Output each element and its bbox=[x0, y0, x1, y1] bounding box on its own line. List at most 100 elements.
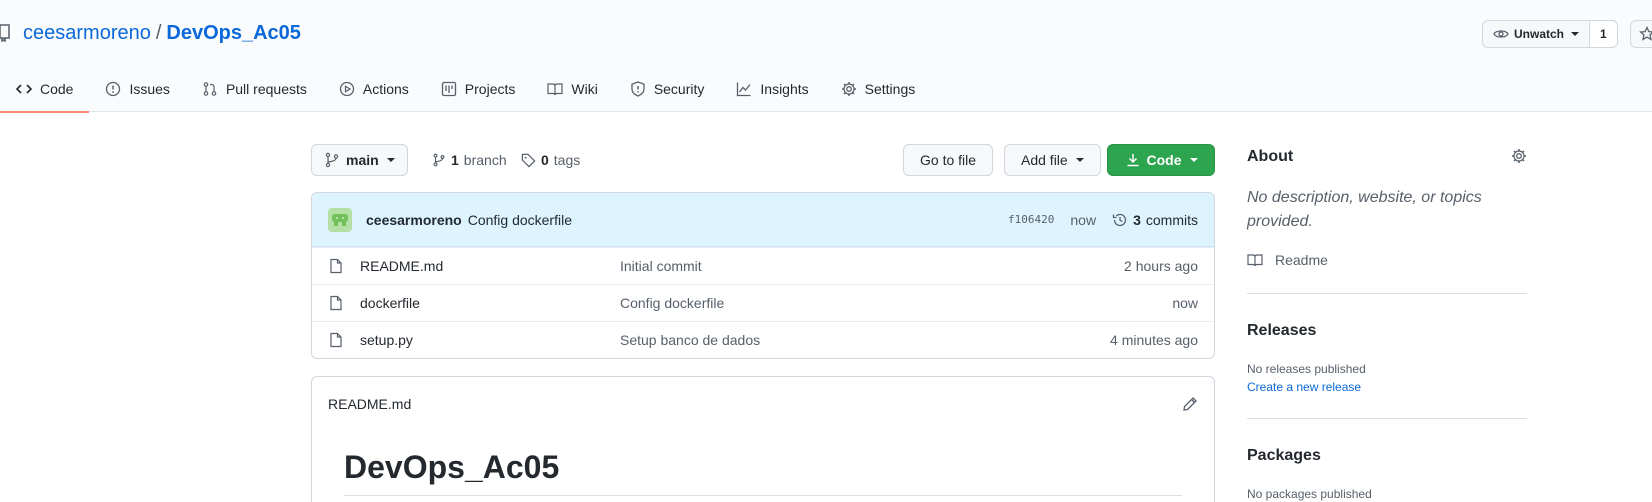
go-to-file-button[interactable]: Go to file bbox=[903, 144, 994, 176]
file-age: 4 minutes ago bbox=[1110, 332, 1198, 348]
tag-count-label: tags bbox=[553, 152, 581, 168]
file-row[interactable]: setup.py Setup banco de dados 4 minutes … bbox=[312, 321, 1214, 358]
repo-header: ceesarmoreno / DevOps_Ac05 Unwatch 1 Code … bbox=[0, 0, 1652, 113]
code-download-button[interactable]: Code bbox=[1107, 144, 1215, 176]
star-button[interactable] bbox=[1630, 20, 1652, 48]
commit-count-label: commits bbox=[1145, 211, 1198, 228]
branch-select-button[interactable]: main bbox=[311, 144, 408, 176]
latest-commit-bar: ceesarmoreno Config dockerfile f106420 n… bbox=[312, 193, 1214, 247]
shield-icon bbox=[631, 81, 645, 97]
download-icon bbox=[1127, 154, 1138, 167]
tab-issues[interactable]: Issues bbox=[89, 66, 185, 112]
tab-code[interactable]: Code bbox=[0, 66, 90, 113]
about-title: About bbox=[1247, 148, 1294, 165]
readme-link[interactable]: Readme bbox=[1247, 252, 1328, 268]
tab-pull-requests[interactable]: Pull requests bbox=[186, 66, 323, 112]
readme-header: README.md bbox=[312, 377, 1214, 431]
tab-wiki[interactable]: Wiki bbox=[531, 66, 613, 112]
file-commit-message-link[interactable]: Setup banco de dados bbox=[620, 332, 760, 348]
commit-sha-link[interactable]: f106420 bbox=[1008, 213, 1054, 226]
file-row[interactable]: README.md Initial commit 2 hours ago bbox=[312, 247, 1214, 284]
readme-heading-rule bbox=[344, 495, 1182, 496]
file-row[interactable]: dockerfile Config dockerfile now bbox=[312, 284, 1214, 321]
issue-icon bbox=[106, 81, 121, 97]
tab-insights-label: Insights bbox=[760, 81, 809, 97]
add-file-button[interactable]: Add file bbox=[1004, 144, 1101, 176]
tab-wiki-label: Wiki bbox=[571, 81, 598, 97]
create-release-link[interactable]: Create a new release bbox=[1247, 380, 1361, 394]
book-icon bbox=[1247, 254, 1263, 267]
packages-empty-text: No packages published bbox=[1247, 487, 1372, 501]
file-icon bbox=[330, 332, 342, 348]
pull-request-icon bbox=[203, 82, 217, 96]
file-list: ceesarmoreno Config dockerfile f106420 n… bbox=[311, 192, 1215, 359]
play-icon bbox=[339, 81, 355, 97]
pencil-icon[interactable] bbox=[1182, 396, 1198, 412]
project-icon bbox=[441, 81, 456, 97]
file-icon bbox=[330, 258, 342, 274]
branch-icon bbox=[325, 152, 339, 168]
repo-name-link[interactable]: DevOps_Ac05 bbox=[166, 22, 301, 44]
history-icon bbox=[1112, 213, 1127, 226]
commit-author-link[interactable]: ceesarmoreno bbox=[366, 212, 462, 228]
commit-message-link[interactable]: Config dockerfile bbox=[468, 212, 572, 228]
tag-count: 0 bbox=[541, 152, 549, 168]
repo-title: ceesarmoreno / DevOps_Ac05 bbox=[23, 20, 301, 46]
releases-title[interactable]: Releases bbox=[1247, 322, 1316, 340]
gear-icon[interactable] bbox=[1511, 148, 1527, 164]
file-name-link[interactable]: README.md bbox=[360, 258, 620, 274]
readme-link-label: Readme bbox=[1275, 252, 1328, 268]
branches-link[interactable]: 1 branch bbox=[432, 152, 507, 168]
watch-count[interactable]: 1 bbox=[1590, 20, 1618, 48]
tab-projects-label: Projects bbox=[464, 81, 516, 97]
tab-actions-label: Actions bbox=[362, 81, 409, 97]
file-commit-message-link[interactable]: Initial commit bbox=[620, 258, 702, 274]
commits-history-link[interactable]: 3 commits bbox=[1112, 212, 1198, 228]
readme-filename-link[interactable]: README.md bbox=[328, 396, 411, 412]
readme-heading: DevOps_Ac05 bbox=[344, 449, 560, 485]
star-icon bbox=[1639, 26, 1652, 41]
tab-actions[interactable]: Actions bbox=[323, 66, 425, 112]
repo-icon bbox=[0, 24, 10, 42]
graph-icon bbox=[737, 82, 751, 97]
add-file-label: Add file bbox=[1021, 152, 1068, 168]
unwatch-label: Unwatch bbox=[1514, 27, 1565, 41]
chevron-down-icon bbox=[1075, 158, 1084, 162]
unwatch-button[interactable]: Unwatch bbox=[1482, 20, 1591, 48]
repo-owner-link[interactable]: ceesarmoreno bbox=[23, 22, 151, 44]
file-name-link[interactable]: setup.py bbox=[360, 332, 620, 348]
tag-icon bbox=[521, 153, 536, 167]
avatar[interactable] bbox=[328, 207, 352, 232]
chevron-down-icon bbox=[1189, 158, 1198, 162]
releases-empty-text: No releases published bbox=[1247, 362, 1366, 376]
commit-count: 3 bbox=[1133, 211, 1141, 228]
tab-issues-label: Issues bbox=[129, 81, 170, 97]
watch-group: Unwatch 1 bbox=[1482, 20, 1618, 48]
tab-security[interactable]: Security bbox=[614, 66, 721, 112]
commit-meta: f106420 now 3 commits bbox=[1008, 212, 1198, 228]
code-icon bbox=[16, 84, 32, 94]
commit-time: now bbox=[1070, 211, 1097, 228]
sidebar-divider bbox=[1247, 418, 1527, 419]
code-button-label: Code bbox=[1146, 152, 1182, 168]
tab-projects[interactable]: Projects bbox=[425, 66, 532, 112]
eye-icon bbox=[1493, 30, 1509, 38]
sidebar-divider bbox=[1247, 293, 1527, 294]
tab-settings-label: Settings bbox=[864, 81, 916, 97]
chevron-down-icon bbox=[386, 158, 395, 162]
file-name-link[interactable]: dockerfile bbox=[360, 295, 620, 311]
tab-insights[interactable]: Insights bbox=[720, 66, 824, 112]
book-icon bbox=[547, 83, 563, 96]
file-commit-message-link[interactable]: Config dockerfile bbox=[620, 295, 724, 311]
branch-count-label: branch bbox=[463, 152, 507, 168]
tab-security-label: Security bbox=[653, 81, 705, 97]
tab-code-label: Code bbox=[40, 81, 74, 97]
packages-title[interactable]: Packages bbox=[1247, 447, 1321, 465]
chevron-down-icon bbox=[1571, 32, 1580, 36]
repo-separator: / bbox=[155, 22, 162, 44]
tab-pull-requests-label: Pull requests bbox=[225, 81, 307, 97]
tags-link[interactable]: 0 tags bbox=[521, 152, 580, 168]
tab-settings[interactable]: Settings bbox=[825, 66, 932, 112]
branch-count: 1 bbox=[451, 152, 459, 168]
readme-panel: README.md DevOps_Ac05 bbox=[311, 376, 1215, 502]
